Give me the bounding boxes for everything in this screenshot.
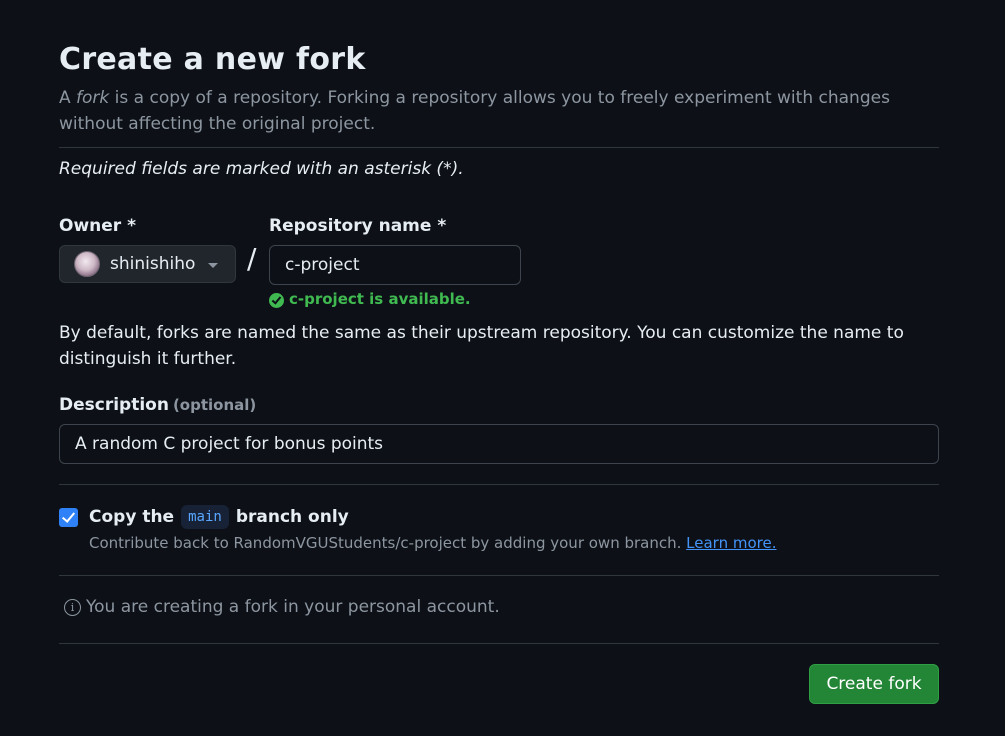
divider — [59, 147, 939, 148]
check-circle-icon — [269, 292, 284, 308]
info-text: You are creating a fork in your personal… — [86, 597, 500, 617]
copy-branch-label[interactable]: Copy the main branch only — [89, 505, 349, 529]
owner-repo-separator: / — [247, 242, 257, 275]
branch-name-chip: main — [181, 505, 229, 529]
description-input[interactable] — [59, 424, 939, 464]
description-label-text: Description — [59, 395, 169, 415]
subtitle-prefix: A — [59, 88, 77, 108]
owner-selected-value: shinishiho — [110, 254, 196, 274]
owner-label: Owner * — [59, 216, 136, 236]
subtitle-suffix: is a copy of a repository. Forking a rep… — [59, 88, 890, 134]
page-title: Create a new fork — [59, 42, 366, 77]
default-name-note: By default, forks are named the same as … — [59, 323, 904, 369]
repository-name-label: Repository name * — [269, 216, 447, 236]
divider — [59, 643, 939, 644]
learn-more-link[interactable]: Learn more. — [686, 534, 776, 552]
divider — [59, 575, 939, 576]
copy-branch-suffix: branch only — [235, 507, 349, 527]
copy-branch-help: Contribute back to RandomVGUStudents/c-p… — [89, 534, 777, 552]
personal-account-info: i You are creating a fork in your person… — [64, 597, 500, 617]
owner-select[interactable]: shinishiho — [59, 245, 236, 283]
copy-branch-help-text: Contribute back to RandomVGUStudents/c-p… — [89, 534, 682, 552]
info-icon: i — [64, 598, 81, 616]
availability-status: c-project is available. — [269, 290, 471, 308]
copy-branch-prefix: Copy the — [89, 507, 175, 527]
optional-tag: (optional) — [172, 396, 257, 414]
copy-main-branch-checkbox[interactable] — [59, 508, 78, 527]
user-avatar — [74, 251, 100, 277]
caret-down-icon — [208, 262, 219, 268]
availability-text: c-project is available. — [289, 290, 471, 308]
description-label: Description (optional) — [59, 395, 256, 415]
create-fork-button[interactable]: Create fork — [809, 664, 939, 704]
subtitle-emphasis: fork — [76, 88, 110, 108]
divider — [59, 484, 939, 485]
required-fields-note: Required fields are marked with an aster… — [59, 159, 464, 179]
page-subtitle: A fork is a copy of a repository. Forkin… — [59, 85, 939, 137]
repository-name-input[interactable] — [269, 245, 521, 285]
